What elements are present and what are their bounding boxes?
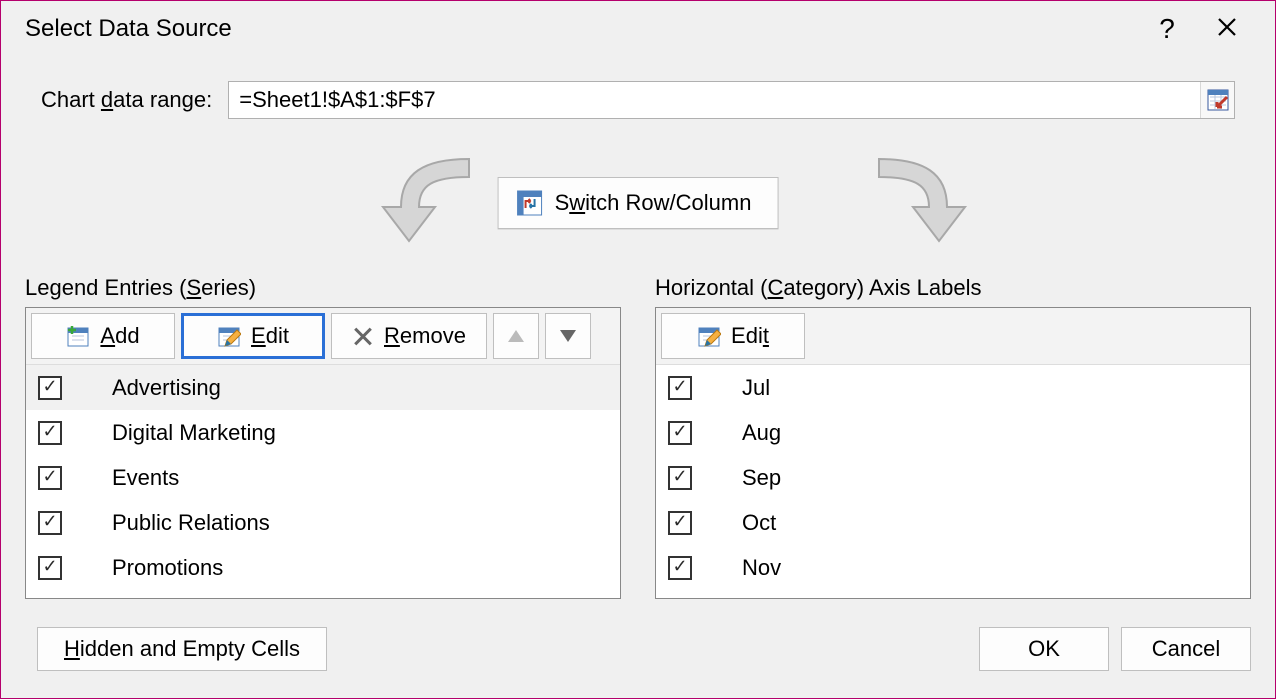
list-item[interactable]: Promotions xyxy=(26,545,620,590)
series-checkbox[interactable] xyxy=(38,466,62,490)
category-label: Sep xyxy=(718,465,781,491)
category-checkbox[interactable] xyxy=(668,466,692,490)
series-label: Promotions xyxy=(88,555,223,581)
list-item[interactable]: Events xyxy=(26,455,620,500)
switch-row-column-button[interactable]: Switch Row/Column xyxy=(498,177,779,229)
category-label: Nov xyxy=(718,555,781,581)
list-item[interactable]: Advertising xyxy=(26,365,620,410)
remove-series-button[interactable]: Remove xyxy=(331,313,487,359)
series-checkbox[interactable] xyxy=(38,421,62,445)
axis-labels-listbox: Edit Jul Aug Sep Oct Nov xyxy=(655,307,1251,599)
cancel-button[interactable]: Cancel xyxy=(1121,627,1251,671)
chart-data-range-input[interactable] xyxy=(229,82,1200,118)
close-icon xyxy=(1216,16,1238,38)
category-label: Oct xyxy=(718,510,776,536)
ok-button[interactable]: OK xyxy=(979,627,1109,671)
category-checkbox[interactable] xyxy=(668,421,692,445)
list-item[interactable]: Sep xyxy=(656,455,1250,500)
edit-icon xyxy=(217,324,241,348)
switch-icon xyxy=(517,190,543,216)
category-label: Jul xyxy=(718,375,770,401)
add-series-button[interactable]: Add xyxy=(31,313,175,359)
series-checkbox[interactable] xyxy=(38,376,62,400)
axis-labels-label: Horizontal (Category) Axis Labels xyxy=(655,275,1251,301)
hidden-empty-cells-button[interactable]: Hidden and Empty Cells xyxy=(37,627,327,671)
axis-labels-list[interactable]: Jul Aug Sep Oct Nov xyxy=(656,365,1250,598)
series-checkbox[interactable] xyxy=(38,556,62,580)
remove-icon xyxy=(352,325,374,347)
category-label: Aug xyxy=(718,420,781,446)
category-checkbox[interactable] xyxy=(668,556,692,580)
edit-axis-labels-button[interactable]: Edit xyxy=(661,313,805,359)
category-checkbox[interactable] xyxy=(668,376,692,400)
list-item[interactable]: Digital Marketing xyxy=(26,410,620,455)
triangle-down-icon xyxy=(560,330,576,342)
range-picker-icon xyxy=(1207,89,1229,111)
list-item[interactable]: Public Relations xyxy=(26,500,620,545)
series-checkbox[interactable] xyxy=(38,511,62,535)
move-series-up-button[interactable] xyxy=(493,313,539,359)
category-checkbox[interactable] xyxy=(668,511,692,535)
series-label: Digital Marketing xyxy=(88,420,276,446)
series-label: Public Relations xyxy=(88,510,270,536)
edit-series-button[interactable]: Edit xyxy=(181,313,325,359)
legend-series-list[interactable]: Advertising Digital Marketing Events Public… xyxy=(26,365,620,598)
close-button[interactable] xyxy=(1197,13,1257,45)
move-series-down-button[interactable] xyxy=(545,313,591,359)
series-label: Advertising xyxy=(88,375,221,401)
chart-data-range-label: Chart data range: xyxy=(41,87,212,113)
arrow-right-icon xyxy=(839,155,979,255)
add-icon xyxy=(66,324,90,348)
legend-entries-label: Legend Entries (Series) xyxy=(25,275,621,301)
title-bar: Select Data Source ? xyxy=(1,1,1275,57)
legend-entries-listbox: Add Edit Remove Advertising Digital Marke… xyxy=(25,307,621,599)
list-item[interactable]: Aug xyxy=(656,410,1250,455)
list-item[interactable]: Jul xyxy=(656,365,1250,410)
list-item[interactable]: Nov xyxy=(656,545,1250,590)
list-item[interactable]: Oct xyxy=(656,500,1250,545)
range-picker-button[interactable] xyxy=(1200,82,1234,118)
triangle-up-icon xyxy=(508,330,524,342)
chart-data-range-row: Chart data range: xyxy=(25,77,1251,119)
dialog-title: Select Data Source xyxy=(19,15,1137,43)
help-button[interactable]: ? xyxy=(1137,13,1197,45)
arrow-left-icon xyxy=(369,155,509,255)
series-label: Events xyxy=(88,465,179,491)
edit-icon xyxy=(697,324,721,348)
